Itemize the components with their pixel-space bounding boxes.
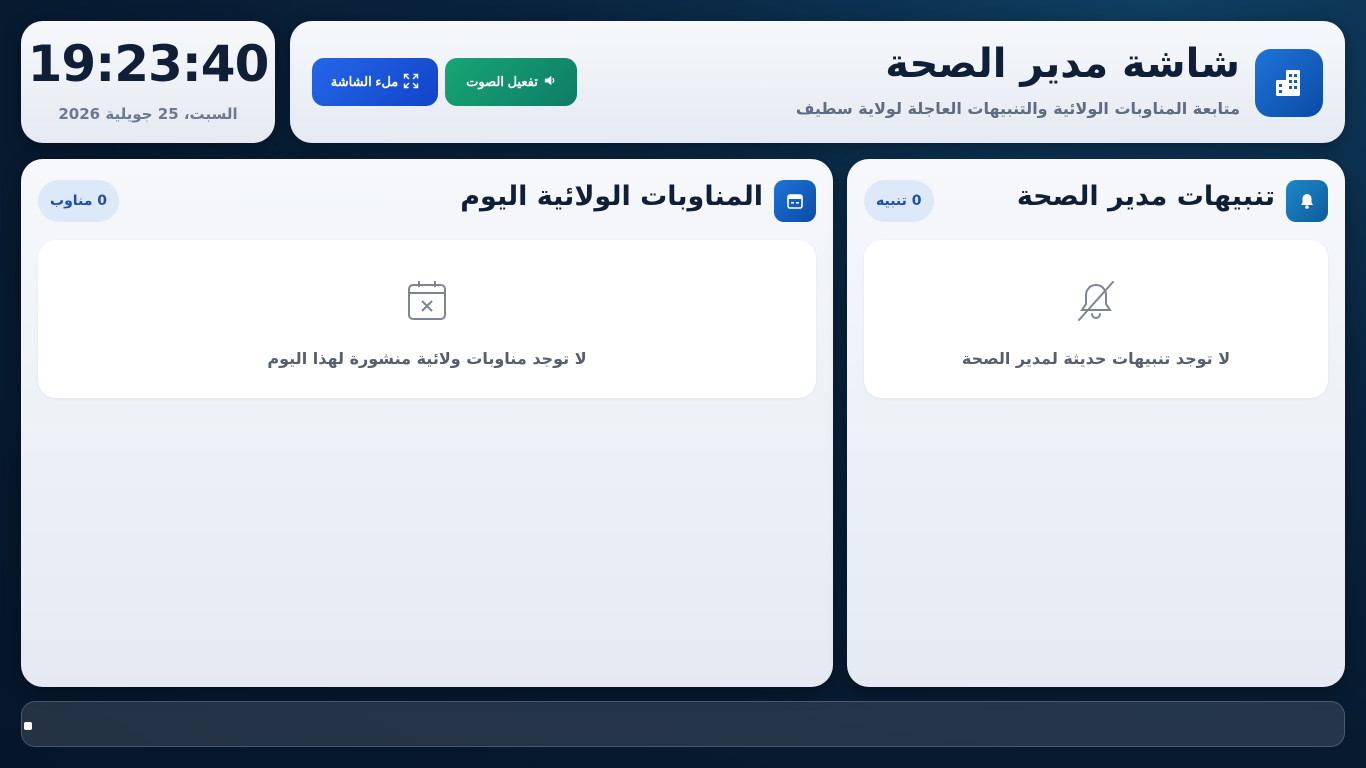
alerts-empty-state: لا توجد تنبيهات حديثة لمدير الصحة bbox=[864, 240, 1328, 398]
page-subtitle: متابعة المناوبات الولائية والتنبيهات الع… bbox=[795, 99, 1240, 118]
alerts-count-badge: 0 تنبيه bbox=[864, 180, 934, 222]
duty-empty-text: لا توجد مناوبات ولائية منشورة لهذا اليوم bbox=[267, 349, 587, 368]
bell-icon bbox=[1286, 180, 1328, 222]
speaker-icon bbox=[543, 74, 556, 90]
enable-sound-button[interactable]: تفعيل الصوت bbox=[445, 58, 577, 106]
ticker-marker bbox=[24, 722, 32, 730]
fullscreen-button[interactable]: ملء الشاشة bbox=[312, 58, 438, 106]
fullscreen-label: ملء الشاشة bbox=[330, 74, 399, 89]
duty-count-badge: 0 مناوب bbox=[38, 180, 120, 222]
clock-card: 19:23:40 السبت، 25 جويلية 2026 bbox=[21, 21, 275, 143]
duty-empty-state: لا توجد مناوبات ولائية منشورة لهذا اليوم bbox=[38, 240, 816, 398]
alerts-empty-text: لا توجد تنبيهات حديثة لمدير الصحة bbox=[961, 349, 1231, 368]
clock-date: السبت، 25 جويلية 2026 bbox=[58, 105, 238, 123]
bell-off-icon bbox=[1075, 280, 1117, 322]
calendar-icon bbox=[774, 180, 816, 222]
alerts-panel-title: تنبيهات مدير الصحة bbox=[1016, 181, 1275, 212]
news-ticker-bar bbox=[21, 701, 1345, 747]
building-icon bbox=[1255, 49, 1323, 117]
duty-panel-title: المناوبات الولائية اليوم bbox=[460, 181, 763, 212]
page-title: شاشة مدير الصحة bbox=[885, 41, 1240, 87]
calendar-x-icon bbox=[406, 280, 448, 322]
alerts-panel: تنبيهات مدير الصحة 0 تنبيه لا توجد تنبيه… bbox=[847, 159, 1345, 687]
header-card: شاشة مدير الصحة متابعة المناوبات الولائي… bbox=[290, 21, 1345, 143]
enable-sound-label: تفعيل الصوت bbox=[466, 74, 538, 89]
duty-panel: المناوبات الولائية اليوم 0 مناوب لا توجد… bbox=[21, 159, 833, 687]
expand-icon bbox=[403, 73, 419, 92]
clock-time: 19:23:40 bbox=[27, 35, 270, 93]
